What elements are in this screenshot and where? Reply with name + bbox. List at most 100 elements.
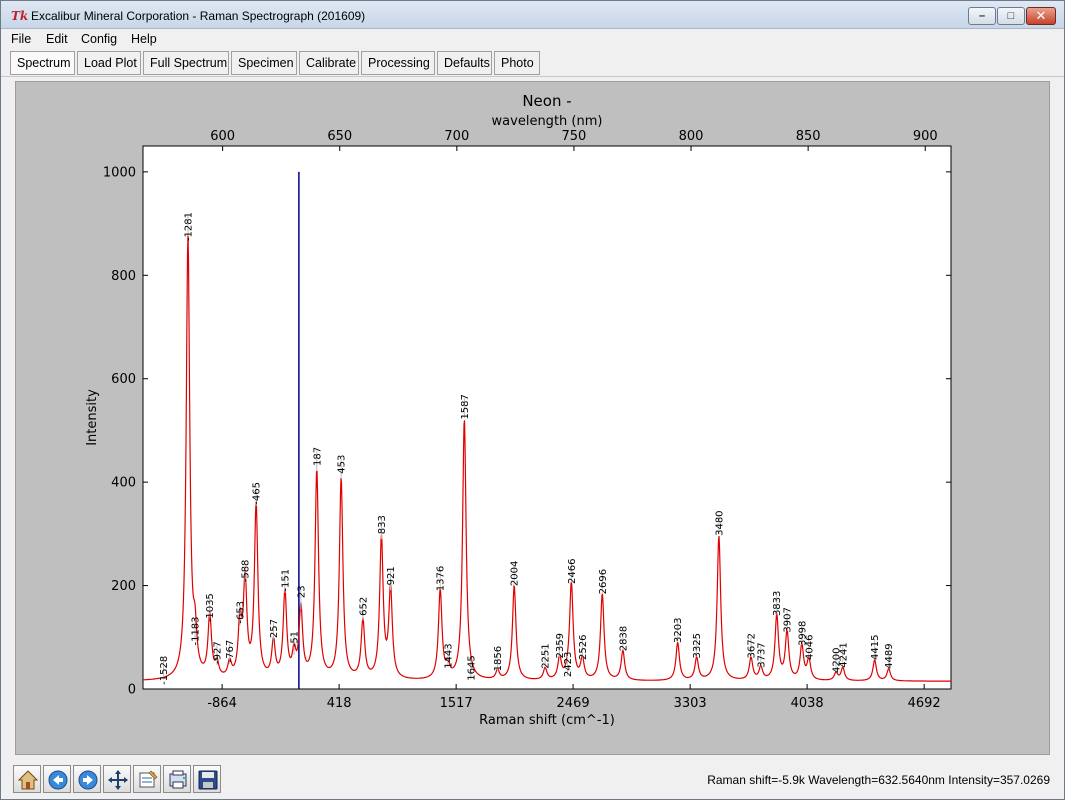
top-tick-label: 650 (327, 129, 352, 144)
title-bar[interactable]: Tk Excalibur Mineral Corporation - Raman… (1, 1, 1064, 29)
peak-label: 4046 (804, 635, 815, 660)
window-title: Excalibur Mineral Corporation - Raman Sp… (31, 9, 366, 23)
bottom-tick-label: 3303 (674, 696, 707, 711)
tab-defaults[interactable]: Defaults (437, 51, 492, 75)
tab-spectrum[interactable]: Spectrum (10, 51, 75, 75)
bottom-tick-label: -864 (207, 696, 237, 711)
tab-photo[interactable]: Photo (494, 51, 540, 75)
bottom-tick-label: 2469 (557, 696, 590, 711)
window-controls: – □ ✕ (967, 7, 1056, 25)
peak-label: -257 (269, 619, 280, 642)
x-axis-label: Raman shift (cm^-1) (479, 713, 615, 728)
tab-processing[interactable]: Processing (361, 51, 435, 75)
axes-area[interactable] (142, 145, 952, 690)
peak-label: 1376 (436, 566, 447, 591)
peak-label: 2526 (578, 635, 589, 660)
peak-label: -1035 (205, 593, 216, 622)
top-tick-label: 700 (444, 129, 469, 144)
peak-label: 187 (312, 447, 323, 466)
peak-label: -1281 (183, 212, 194, 241)
configure-subplots-button[interactable] (133, 765, 161, 793)
close-button[interactable]: ✕ (1026, 7, 1056, 25)
tab-full-spectrum[interactable]: Full Spectrum (143, 51, 229, 75)
peak-label: -51 (290, 631, 301, 647)
save-button[interactable] (193, 765, 221, 793)
peak-label: -588 (241, 560, 252, 583)
peak-label: 2466 (567, 559, 578, 584)
peak-label: 3203 (673, 617, 684, 642)
peak-label: 23 (296, 585, 307, 598)
tab-label: Calibrate (306, 56, 357, 70)
tab-label: Defaults (444, 56, 490, 70)
back-icon (48, 770, 68, 790)
y-tick-label: 600 (111, 372, 136, 387)
configure-subplots-icon (139, 770, 158, 788)
plot-toolbar: Raman shift=-5.9k Wavelength=632.5640nm … (1, 761, 1064, 799)
tab-label: Full Spectrum (150, 56, 228, 70)
tab-calibrate[interactable]: Calibrate (299, 51, 359, 75)
tk-icon: Tk (11, 9, 29, 23)
peak-label: 2423 (563, 652, 574, 677)
y-tick-label: 400 (111, 476, 136, 491)
peak-label: -151 (280, 569, 291, 592)
tab-bar: Spectrum Load Plot Full Spectrum Specime… (1, 49, 1064, 77)
menu-config[interactable]: Config (81, 32, 117, 46)
home-button[interactable] (13, 765, 41, 793)
peak-label: -767 (225, 640, 236, 663)
maximize-icon: □ (1007, 10, 1015, 22)
peak-label: 3907 (783, 607, 794, 632)
menu-file[interactable]: File (11, 32, 31, 46)
peak-label: 921 (386, 566, 397, 585)
minimize-button[interactable]: – (968, 7, 996, 25)
app-window: Tk Excalibur Mineral Corporation - Raman… (0, 0, 1065, 800)
top-tick-label: 900 (913, 129, 938, 144)
peak-label: 1645 (466, 655, 477, 680)
peak-label: 4489 (884, 643, 895, 668)
peak-label: -927 (213, 641, 224, 664)
tab-specimen[interactable]: Specimen (231, 51, 297, 75)
forward-button[interactable] (73, 765, 101, 793)
menu-help[interactable]: Help (131, 32, 157, 46)
top-tick-label: 850 (796, 129, 821, 144)
pan-button[interactable] (103, 765, 131, 793)
zoom-icon (169, 770, 187, 789)
peak-label: 1856 (493, 646, 504, 671)
y-tick-label: 1000 (103, 165, 136, 180)
peak-label: -1183 (190, 616, 201, 645)
zoom-button[interactable] (163, 765, 191, 793)
close-icon: ✕ (1035, 8, 1047, 23)
forward-icon (78, 770, 98, 790)
top-axis-label: wavelength (nm) (492, 114, 603, 129)
tab-label: Processing (368, 56, 430, 70)
peak-label: -465 (252, 482, 263, 505)
y-tick-label: 0 (128, 683, 136, 698)
save-icon (198, 770, 218, 790)
peak-label: 453 (337, 455, 348, 474)
spectrum-plot[interactable]: 0 200 400 600 800 1000 600 650 700 750 800 850 900 -8… (16, 82, 1051, 756)
plot-canvas[interactable]: 0 200 400 600 800 1000 600 650 700 750 800 850 900 -8… (15, 81, 1050, 755)
tab-load-plot[interactable]: Load Plot (77, 51, 141, 75)
maximize-button[interactable]: □ (997, 7, 1025, 25)
tab-label: Photo (501, 56, 534, 70)
tab-label: Load Plot (84, 56, 137, 70)
top-tick-label: 800 (679, 129, 704, 144)
bottom-tick-label: 4692 (908, 696, 941, 711)
peak-label: 833 (377, 515, 388, 534)
y-tick-label: 800 (111, 269, 136, 284)
peak-label: 652 (358, 597, 369, 616)
peak-label: 4415 (870, 635, 881, 660)
back-button[interactable] (43, 765, 71, 793)
y-tick-label: 200 (111, 579, 136, 594)
menu-edit[interactable]: Edit (46, 32, 68, 46)
peak-label: 1587 (460, 394, 471, 419)
pan-icon (108, 770, 128, 790)
home-icon (17, 770, 39, 790)
top-tick-label: 600 (210, 129, 235, 144)
menu-bar: File Edit Config Help (1, 29, 1064, 49)
status-readout: Raman shift=-5.9k Wavelength=632.5640nm … (707, 773, 1050, 787)
bottom-tick-label: 418 (327, 696, 352, 711)
y-axis-label: Intensity (85, 389, 100, 446)
peak-label: 3737 (756, 642, 767, 667)
peak-label: 2004 (510, 561, 521, 586)
tab-label: Spectrum (17, 56, 71, 70)
